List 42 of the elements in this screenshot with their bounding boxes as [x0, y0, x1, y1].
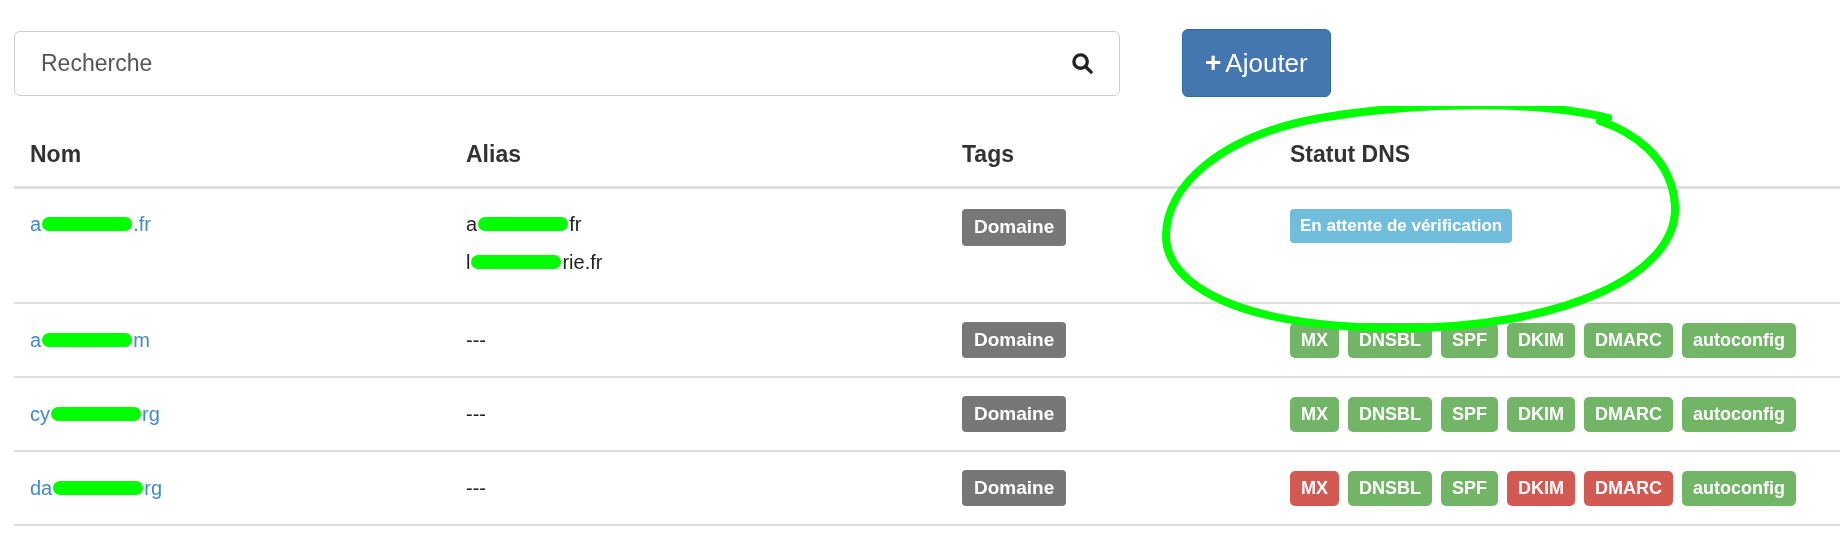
check-label: DMARC — [1584, 396, 1673, 432]
tag-label: Domaine — [962, 395, 1067, 433]
alias-text: a — [466, 212, 478, 237]
column-header: Tags — [962, 141, 1014, 168]
status-label: En attente de vérification — [1290, 209, 1513, 243]
check-label: DNSBL — [1348, 470, 1432, 506]
alias-text: --- — [466, 402, 487, 427]
alias-text: l — [466, 250, 471, 275]
check-label: DKIM — [1507, 470, 1575, 506]
tag-label: Domaine — [962, 209, 1067, 246]
column-header: Nom — [30, 141, 82, 168]
alias-text: fr — [569, 212, 582, 237]
domain-link[interactable]: m — [133, 325, 150, 355]
column-header: Alias — [466, 141, 521, 168]
tag-label: Domaine — [962, 321, 1067, 359]
search-field[interactable]: Recherche — [14, 30, 1120, 96]
alias-text: rie.fr — [562, 250, 603, 275]
check-label: SPF — [1441, 470, 1498, 506]
check-label: DKIM — [1507, 322, 1575, 358]
add-button[interactable]: +Ajouter — [1182, 29, 1331, 97]
tag-label: Domaine — [962, 469, 1067, 507]
domain-link[interactable]: a — [30, 325, 42, 355]
check-label: DKIM — [1507, 396, 1575, 432]
check-label: DMARC — [1584, 322, 1673, 358]
domain-link[interactable]: rg — [144, 473, 163, 503]
check-label: MX — [1290, 470, 1339, 506]
check-label: autoconfig — [1682, 470, 1796, 506]
alias-text: --- — [466, 476, 487, 501]
check-label: MX — [1290, 396, 1339, 432]
column-header: Statut DNS — [1290, 141, 1411, 168]
domain-link[interactable]: .fr — [133, 209, 151, 239]
check-label: autoconfig — [1682, 396, 1796, 432]
domain-link[interactable]: rg — [142, 399, 160, 429]
alias-text: --- — [466, 328, 487, 353]
search-icon — [1071, 51, 1094, 75]
check-label: autoconfig — [1682, 322, 1796, 358]
domain-link[interactable]: cy — [30, 399, 50, 429]
domain-link[interactable]: a — [30, 209, 42, 239]
domain-link[interactable]: da — [30, 473, 53, 503]
check-label: DMARC — [1584, 470, 1673, 506]
check-label: DNSBL — [1348, 396, 1432, 432]
check-label: SPF — [1441, 396, 1498, 432]
